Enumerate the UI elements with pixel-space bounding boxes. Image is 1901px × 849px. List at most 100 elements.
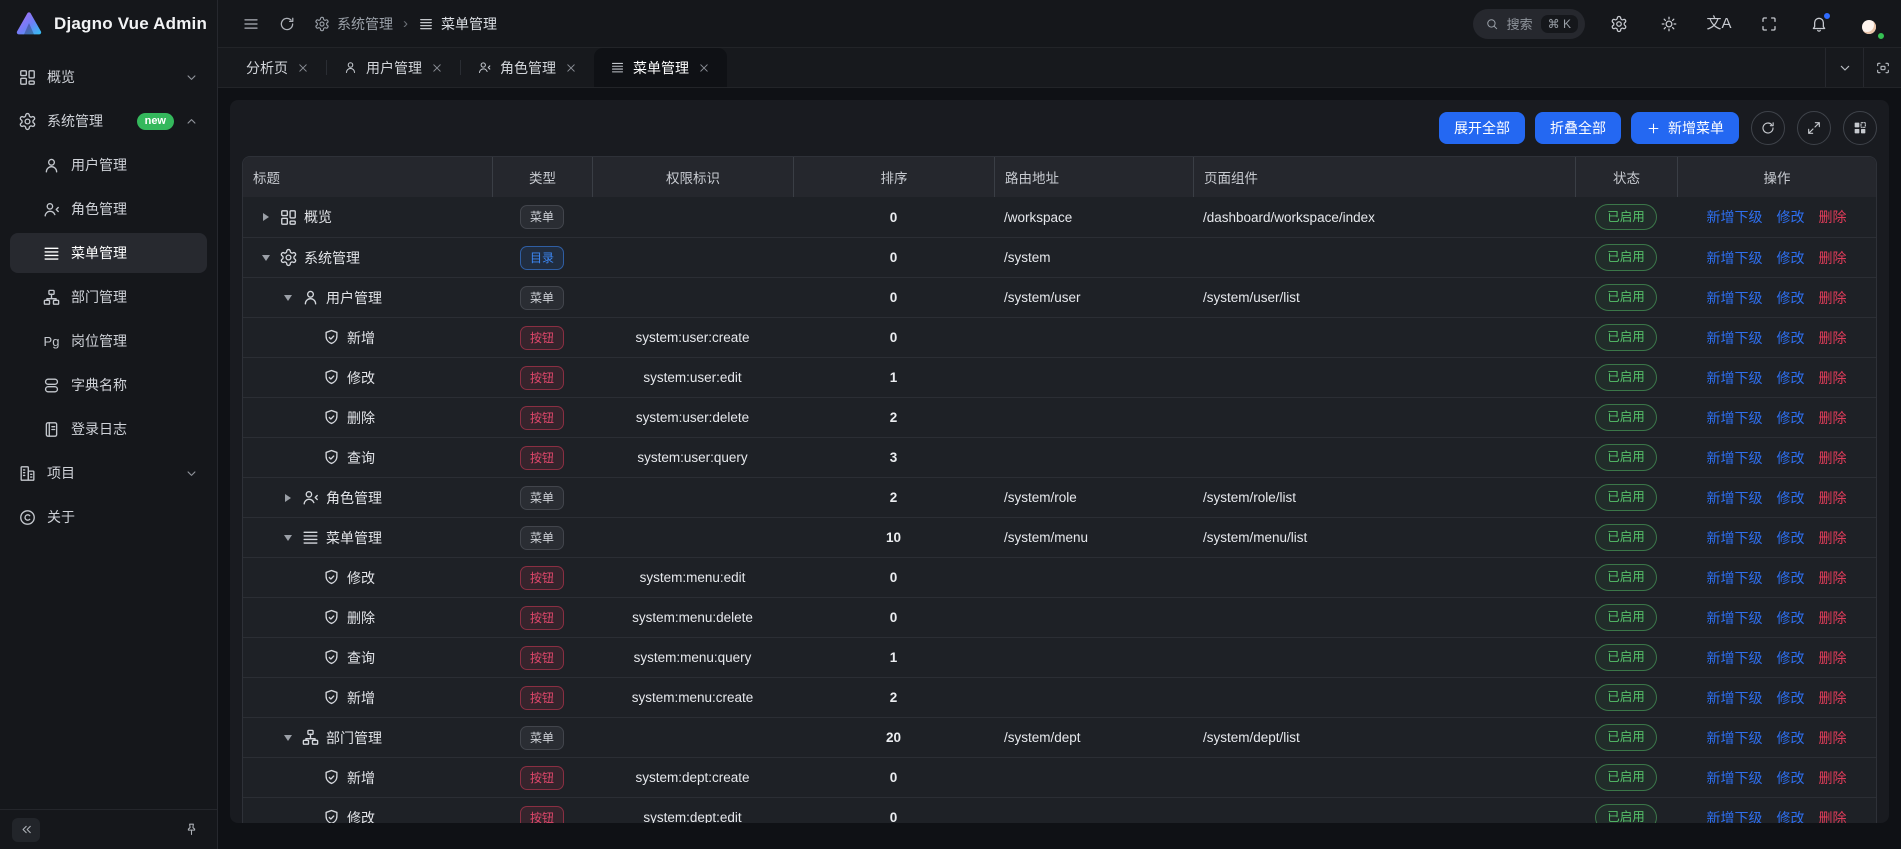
- collapse-all-button[interactable]: 折叠全部: [1535, 112, 1621, 144]
- table-fullscreen-button[interactable]: [1797, 111, 1831, 145]
- delete-link[interactable]: 删除: [1819, 608, 1847, 628]
- expand-arrow-icon[interactable]: [281, 491, 295, 505]
- edit-link[interactable]: 修改: [1777, 808, 1805, 824]
- sidebar-item-dictionary[interactable]: 字典名称: [10, 365, 207, 405]
- add-child-link[interactable]: 新增下级: [1707, 728, 1763, 748]
- tab-roles[interactable]: 角色管理: [461, 48, 594, 87]
- delete-link[interactable]: 删除: [1819, 288, 1847, 308]
- menu-list-icon: [42, 244, 61, 263]
- refresh-icon[interactable]: [278, 15, 296, 33]
- expand-arrow-icon[interactable]: [259, 251, 273, 265]
- add-child-link[interactable]: 新增下级: [1707, 408, 1763, 428]
- sidebar-item-project[interactable]: 项目: [10, 453, 207, 493]
- edit-link[interactable]: 修改: [1777, 448, 1805, 468]
- delete-link[interactable]: 删除: [1819, 328, 1847, 348]
- close-icon[interactable]: [430, 61, 444, 75]
- cell-actions: 新增下级 修改 删除: [1677, 438, 1876, 477]
- sidebar-item-menus[interactable]: 菜单管理: [10, 233, 207, 273]
- add-child-link[interactable]: 新增下级: [1707, 648, 1763, 668]
- theme-toggle-button[interactable]: [1653, 8, 1685, 40]
- add-child-link[interactable]: 新增下级: [1707, 568, 1763, 588]
- delete-link[interactable]: 删除: [1819, 768, 1847, 788]
- user-avatar[interactable]: [1853, 8, 1885, 40]
- add-child-link[interactable]: 新增下级: [1707, 528, 1763, 548]
- add-child-link[interactable]: 新增下级: [1707, 488, 1763, 508]
- add-child-link[interactable]: 新增下级: [1707, 608, 1763, 628]
- edit-link[interactable]: 修改: [1777, 288, 1805, 308]
- expand-arrow-icon[interactable]: [281, 291, 295, 305]
- close-icon[interactable]: [564, 61, 578, 75]
- sidebar-item-about[interactable]: 关于: [10, 497, 207, 537]
- sidebar-item-users[interactable]: 用户管理: [10, 145, 207, 185]
- add-child-link[interactable]: 新增下级: [1707, 248, 1763, 268]
- column-settings-button[interactable]: [1843, 111, 1877, 145]
- edit-link[interactable]: 修改: [1777, 688, 1805, 708]
- expand-all-button[interactable]: 展开全部: [1439, 112, 1525, 144]
- menu-table-body: 概览 菜单 0 /workspace /dashboard/workspace/…: [243, 197, 1876, 823]
- add-child-link[interactable]: 新增下级: [1707, 368, 1763, 388]
- edit-link[interactable]: 修改: [1777, 207, 1805, 227]
- delete-link[interactable]: 删除: [1819, 808, 1847, 824]
- content-maximize-button[interactable]: [1863, 48, 1901, 87]
- close-icon[interactable]: [697, 61, 711, 75]
- tab-analysis[interactable]: 分析页: [230, 48, 326, 87]
- sidebar-item-system[interactable]: 系统管理 new: [10, 101, 207, 141]
- add-menu-button[interactable]: 新增菜单: [1631, 112, 1739, 144]
- sidebar-item-overview[interactable]: 概览: [10, 57, 207, 97]
- add-child-link[interactable]: 新增下级: [1707, 448, 1763, 468]
- edit-link[interactable]: 修改: [1777, 608, 1805, 628]
- hamburger-menu-icon[interactable]: [242, 15, 260, 33]
- edit-link[interactable]: 修改: [1777, 768, 1805, 788]
- delete-link[interactable]: 删除: [1819, 207, 1847, 227]
- delete-link[interactable]: 删除: [1819, 248, 1847, 268]
- status-badge: 已启用: [1595, 284, 1657, 311]
- sidebar-item-positions[interactable]: Pg 岗位管理: [10, 321, 207, 361]
- expand-arrow-icon[interactable]: [259, 210, 273, 224]
- delete-link[interactable]: 删除: [1819, 648, 1847, 668]
- edit-link[interactable]: 修改: [1777, 568, 1805, 588]
- add-child-link[interactable]: 新增下级: [1707, 808, 1763, 824]
- edit-link[interactable]: 修改: [1777, 248, 1805, 268]
- language-button[interactable]: 文A: [1703, 8, 1735, 40]
- add-child-link[interactable]: 新增下级: [1707, 688, 1763, 708]
- edit-link[interactable]: 修改: [1777, 328, 1805, 348]
- breadcrumb-item-menus[interactable]: 菜单管理: [418, 14, 497, 34]
- delete-link[interactable]: 删除: [1819, 368, 1847, 388]
- notifications-button[interactable]: [1803, 8, 1835, 40]
- tab-list-dropdown-button[interactable]: [1825, 48, 1863, 87]
- pin-sidebar-button[interactable]: [177, 818, 205, 842]
- edit-link[interactable]: 修改: [1777, 488, 1805, 508]
- sidebar-item-login-log[interactable]: 登录日志: [10, 409, 207, 449]
- close-icon[interactable]: [296, 61, 310, 75]
- delete-link[interactable]: 删除: [1819, 448, 1847, 468]
- delete-link[interactable]: 删除: [1819, 528, 1847, 548]
- edit-link[interactable]: 修改: [1777, 368, 1805, 388]
- collapse-sidebar-button[interactable]: [12, 818, 40, 842]
- search-input[interactable]: 搜索 ⌘ K: [1473, 9, 1585, 39]
- edit-link[interactable]: 修改: [1777, 408, 1805, 428]
- add-child-link[interactable]: 新增下级: [1707, 207, 1763, 227]
- sidebar-item-departments[interactable]: 部门管理: [10, 277, 207, 317]
- delete-link[interactable]: 删除: [1819, 688, 1847, 708]
- logo-row[interactable]: Djagno Vue Admin: [0, 0, 217, 48]
- delete-link[interactable]: 删除: [1819, 728, 1847, 748]
- table-refresh-button[interactable]: [1751, 111, 1785, 145]
- tab-menus[interactable]: 菜单管理: [594, 48, 727, 87]
- sidebar-item-label: 用户管理: [71, 155, 199, 175]
- expand-arrow-icon[interactable]: [281, 731, 295, 745]
- tab-users[interactable]: 用户管理: [327, 48, 460, 87]
- delete-link[interactable]: 删除: [1819, 568, 1847, 588]
- add-child-link[interactable]: 新增下级: [1707, 328, 1763, 348]
- add-child-link[interactable]: 新增下级: [1707, 768, 1763, 788]
- delete-link[interactable]: 删除: [1819, 488, 1847, 508]
- breadcrumb-item-system[interactable]: 系统管理: [314, 14, 393, 34]
- add-child-link[interactable]: 新增下级: [1707, 288, 1763, 308]
- settings-button[interactable]: [1603, 8, 1635, 40]
- fullscreen-button[interactable]: [1753, 8, 1785, 40]
- sidebar-item-roles[interactable]: 角色管理: [10, 189, 207, 229]
- edit-link[interactable]: 修改: [1777, 528, 1805, 548]
- edit-link[interactable]: 修改: [1777, 648, 1805, 668]
- edit-link[interactable]: 修改: [1777, 728, 1805, 748]
- delete-link[interactable]: 删除: [1819, 408, 1847, 428]
- expand-arrow-icon[interactable]: [281, 531, 295, 545]
